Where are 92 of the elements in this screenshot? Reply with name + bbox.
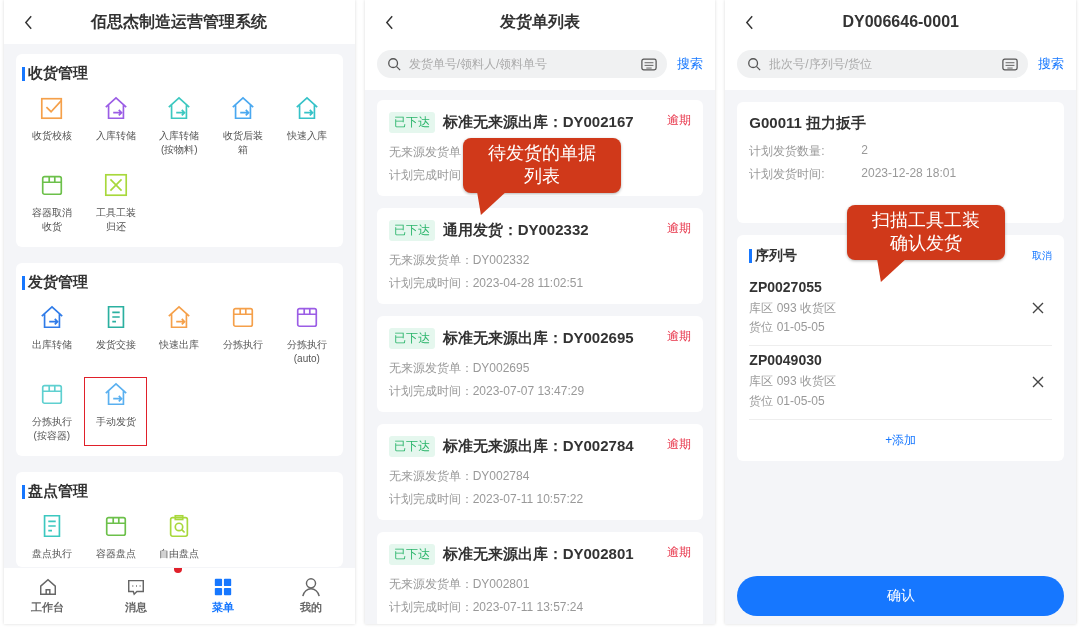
status-tag: 已下达 bbox=[388, 544, 435, 565]
search-field[interactable]: 批次号/序列号/货位 bbox=[737, 50, 1028, 78]
field-value: 2 bbox=[861, 143, 869, 159]
menu-item[interactable]: 快速入库 bbox=[274, 91, 339, 160]
close-icon[interactable] bbox=[1032, 375, 1044, 388]
field-value: 2023-12-28 18:01 bbox=[861, 166, 957, 182]
confirm-button[interactable]: 确认 bbox=[737, 576, 1064, 616]
status-tag: 已下达 bbox=[388, 328, 435, 349]
overdue-label: 逾期 bbox=[667, 328, 692, 345]
screen-title: 佰思杰制造运营管理系统 bbox=[91, 11, 268, 32]
plan-time-text: 计划完成时间：2023-07-11 13:57:24 bbox=[388, 599, 584, 617]
section-title: 发货管理 bbox=[28, 273, 88, 292]
order-card[interactable]: 已下达 标准无来源出库：DY002801 逾期 无来源发货单：DY002801 计划完成时间：2023-07-11 13:57:24 bbox=[376, 532, 704, 624]
order-title: 标准无来源出库：DY002695 bbox=[442, 329, 635, 348]
search-button[interactable]: 搜索 bbox=[1038, 55, 1064, 73]
overdue-label: 逾期 bbox=[667, 544, 692, 561]
keyboard-icon[interactable] bbox=[1002, 57, 1018, 71]
menu-item[interactable]: 发货交接 bbox=[83, 300, 148, 369]
menu-item[interactable]: 分拣执行(auto) bbox=[274, 300, 339, 369]
menu-item[interactable]: 盘点执行 bbox=[20, 509, 84, 565]
search-icon bbox=[386, 57, 401, 71]
menu-item[interactable]: 容器取消收货 bbox=[20, 168, 84, 237]
search-input[interactable]: 发货单号/领料人/领料单号 bbox=[406, 56, 636, 72]
status-tag: 已下达 bbox=[388, 112, 435, 133]
home-icon bbox=[37, 577, 58, 597]
search-field[interactable]: 发货单号/领料人/领料单号 bbox=[376, 50, 668, 78]
add-link[interactable]: +添加 bbox=[885, 419, 917, 461]
section-title: 收货管理 bbox=[28, 64, 88, 83]
overdue-label: 逾期 bbox=[667, 220, 692, 237]
tab[interactable]: 工作台 bbox=[4, 568, 92, 624]
location-text: 货位 01-05-05 bbox=[749, 319, 825, 337]
area-text: 库区 093 收货区 bbox=[749, 373, 837, 391]
menu-item[interactable]: 入库转储 bbox=[83, 91, 148, 160]
menu-item[interactable]: 收货校核 bbox=[20, 91, 84, 160]
overdue-label: 逾期 bbox=[667, 112, 692, 129]
plan-time-text: 计划完成时间：2023-04-28 11:02:51 bbox=[388, 275, 584, 293]
order-card[interactable]: 已下达 标准无来源出库：DY002784 逾期 无来源发货单：DY002784 计划完成时间：2023-07-11 10:57:22 bbox=[376, 424, 704, 520]
menu-item[interactable]: 手动发货 bbox=[83, 377, 148, 446]
search-button[interactable]: 搜索 bbox=[677, 55, 704, 73]
order-title: 标准无来源出库：DY002167 bbox=[442, 113, 635, 132]
item-name: G00011 扭力扳手 bbox=[749, 114, 868, 133]
close-icon[interactable] bbox=[1032, 302, 1044, 315]
menu-item[interactable]: 入库转储(按物料) bbox=[147, 91, 212, 160]
menu-item[interactable]: 分拣执行(按容器) bbox=[20, 377, 84, 446]
order-card[interactable]: 已下达 通用发货：DY002332 逾期 无来源发货单：DY002332 计划完成时间：2023-04-28 11:02:51 bbox=[376, 208, 704, 304]
tab[interactable]: 菜单 bbox=[179, 568, 267, 624]
field-label: 计划发货数量: bbox=[749, 143, 826, 160]
back-icon[interactable] bbox=[384, 14, 394, 30]
menu-item[interactable]: 自由盘点 bbox=[147, 509, 212, 565]
plan-time-text: 计划完成时间：2023-07-07 13:47:29 bbox=[388, 383, 585, 401]
plan-time-text: 计划完成时间 bbox=[388, 167, 461, 185]
chat-icon bbox=[125, 577, 146, 597]
serial-code: ZP0027055 bbox=[749, 279, 823, 295]
menu-item[interactable]: 容器盘点 bbox=[83, 509, 148, 565]
source-text: 无来源发货单 bbox=[388, 144, 461, 161]
search-icon bbox=[747, 57, 762, 71]
screen-title: 发货单列表 bbox=[500, 11, 580, 33]
cancel-link[interactable]: 取消 bbox=[1032, 249, 1052, 263]
order-title: 标准无来源出库：DY002801 bbox=[442, 545, 635, 564]
menu-item[interactable]: 收货后装箱 bbox=[211, 91, 275, 160]
status-tag: 已下达 bbox=[388, 436, 435, 457]
source-text: 无来源发货单：DY002332 bbox=[388, 252, 530, 269]
keyboard-icon[interactable] bbox=[641, 57, 658, 71]
callout-pointer bbox=[877, 259, 906, 282]
order-card[interactable]: 已下达 标准无来源出库：DY002695 逾期 无来源发货单：DY002695 计划完成时间：2023-07-07 13:47:29 bbox=[376, 316, 704, 412]
field-label: 计划发货时间: bbox=[749, 166, 826, 183]
source-text: 无来源发货单：DY002695 bbox=[388, 360, 530, 377]
grid-icon bbox=[213, 577, 234, 597]
overdue-label: 逾期 bbox=[667, 436, 692, 453]
order-title: 通用发货：DY002332 bbox=[442, 221, 590, 240]
user-icon bbox=[300, 577, 321, 597]
area-text: 库区 093 收货区 bbox=[749, 300, 837, 317]
source-text: 无来源发货单：DY002784 bbox=[388, 468, 530, 485]
serial-code: ZP0049030 bbox=[749, 352, 823, 369]
source-text: 无来源发货单：DY002801 bbox=[388, 576, 530, 593]
menu-item[interactable]: 快速出库 bbox=[147, 300, 212, 369]
search-input[interactable]: 批次号/序列号/货位 bbox=[767, 56, 996, 72]
screen-title: DY006646-0001 bbox=[842, 13, 959, 31]
menu-item[interactable]: 出库转储 bbox=[20, 300, 84, 369]
back-icon[interactable] bbox=[745, 14, 755, 30]
section-title: 盘点管理 bbox=[28, 482, 88, 501]
order-title: 标准无来源出库：DY002784 bbox=[442, 437, 635, 456]
section-title: 序列号 bbox=[755, 247, 798, 265]
tab[interactable]: 消息 bbox=[91, 568, 180, 624]
status-tag: 已下达 bbox=[388, 220, 435, 241]
tab[interactable]: 我的 bbox=[267, 568, 355, 624]
menu-item[interactable]: 工具工装归还 bbox=[83, 168, 148, 237]
plan-time-text: 计划完成时间：2023-07-11 10:57:22 bbox=[388, 491, 584, 509]
back-icon[interactable] bbox=[24, 14, 33, 30]
location-text: 货位 01-05-05 bbox=[749, 392, 825, 410]
callout-pointer bbox=[476, 192, 505, 215]
menu-item[interactable]: 分拣执行 bbox=[211, 300, 275, 369]
